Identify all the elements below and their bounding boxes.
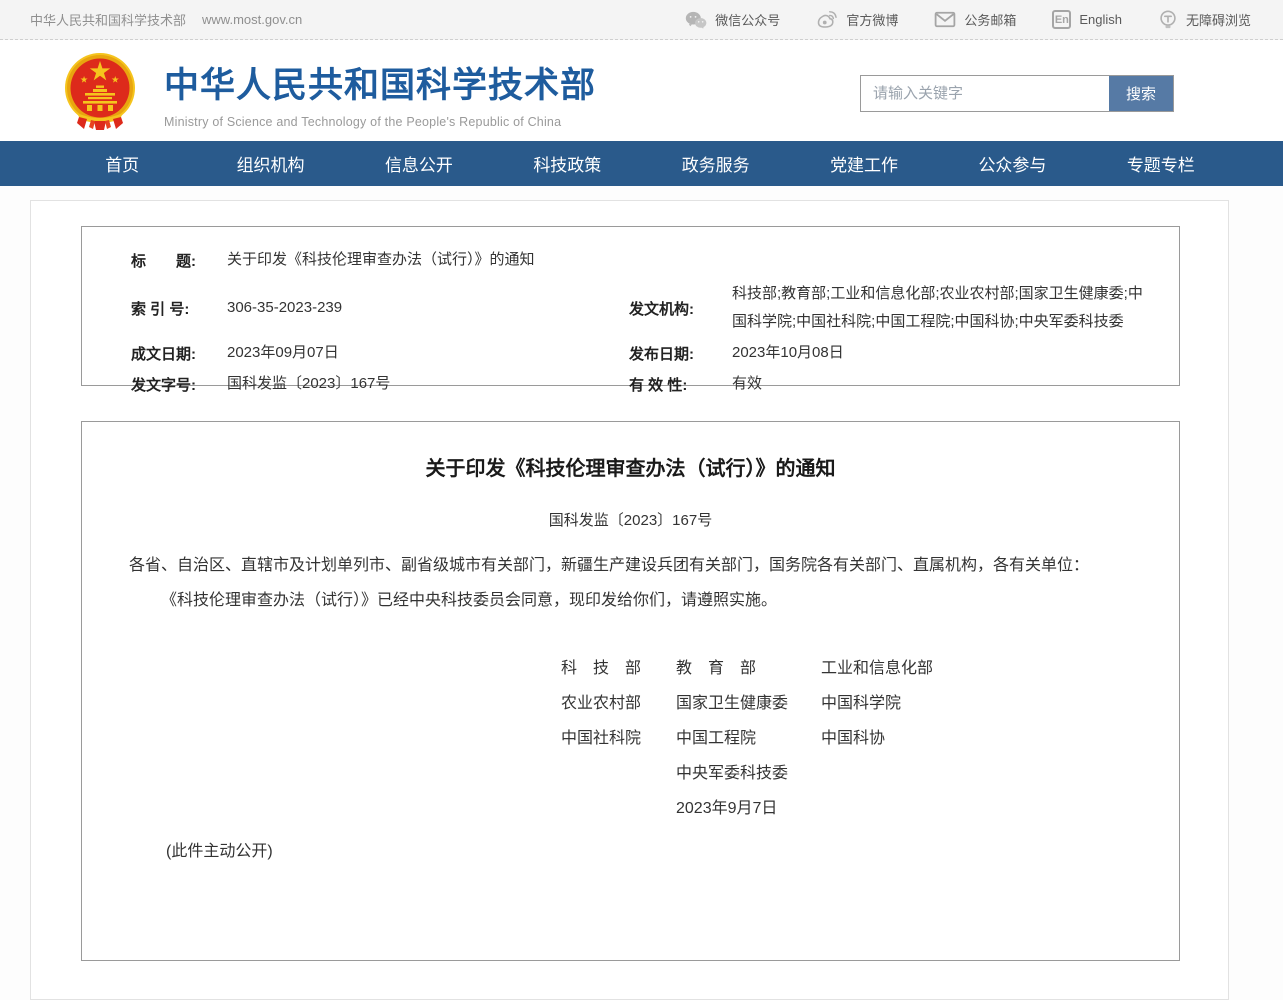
meta-index-label: 索 引 号: [131, 298, 227, 319]
document-footnote: (此件主动公开) [166, 837, 1179, 861]
search-input[interactable] [861, 76, 1109, 111]
meta-written-date-value: 2023年09月07日 [227, 339, 629, 368]
meta-publish-date-label: 发布日期: [629, 343, 732, 364]
nav-item-organization[interactable]: 组织机构 [196, 141, 344, 186]
meta-issuer-label: 发文机构: [629, 298, 732, 319]
nav-item-party-building[interactable]: 党建工作 [790, 141, 938, 186]
document-number: 国科发监〔2023〕167号 [82, 509, 1179, 530]
meta-doc-number-label: 发文字号: [131, 374, 227, 395]
signature-block: 科 技 部 教 育 部 工业和信息化部 农业农村部 国家卫生健康委 中国科学院 … [561, 654, 1179, 829]
english-icon: En [1052, 10, 1071, 29]
signature-cell: 国家卫生健康委 [676, 689, 821, 724]
top-utility-bar: 中华人民共和国科学技术部 www.most.gov.cn 微信公众号 [0, 0, 1283, 40]
site-title: 中华人民共和国科学技术部 [164, 57, 596, 108]
weibo-icon [816, 10, 838, 29]
masthead: 中华人民共和国科学技术部 Ministry of Science and Tec… [0, 40, 1283, 141]
nav-item-sci-tech-policy[interactable]: 科技政策 [493, 141, 641, 186]
nav-item-info-disclosure[interactable]: 信息公开 [345, 141, 493, 186]
content-container: 标 题: 关于印发《科技伦理审查办法（试行）》的通知 索 引 号: 306-35… [30, 200, 1229, 1000]
site-identity: 中华人民共和国科学技术部 www.most.gov.cn [30, 10, 302, 29]
nav-item-special-topics[interactable]: 专题专栏 [1087, 141, 1235, 186]
meta-publish-date-value: 2023年10月08日 [732, 339, 1159, 368]
signature-cell: 农业农村部 [561, 689, 676, 724]
meta-validity-value: 有效 [732, 370, 1159, 399]
wechat-icon [685, 11, 707, 29]
document-paragraph: 《科技伦理审查办法（试行）》已经中央科技委员会同意，现印发给你们，请遵照实施。 [129, 589, 1139, 614]
meta-validity-label: 有 效 性: [629, 374, 732, 395]
signature-cell [821, 759, 1179, 794]
signature-cell [561, 759, 676, 794]
document-body-box: 关于印发《科技伦理审查办法（试行）》的通知 国科发监〔2023〕167号 各省、… [81, 421, 1180, 961]
signature-cell: 中国科协 [821, 724, 1179, 759]
meta-title-value: 关于印发《科技伦理审查办法（试行）》的通知 [227, 246, 1159, 275]
wechat-link[interactable]: 微信公众号 [685, 10, 780, 29]
site-url-text: www.most.gov.cn [202, 12, 302, 27]
nav-item-public-participation[interactable]: 公众参与 [938, 141, 1086, 186]
signature-cell [561, 794, 676, 829]
weibo-link-label: 官方微博 [846, 10, 898, 29]
signature-cell: 中国工程院 [676, 724, 821, 759]
meta-title-label: 标 题: [131, 250, 227, 271]
meta-issuer-value: 科技部;教育部;工业和信息化部;农业农村部;国家卫生健康委;中国科学院;中国社科… [732, 280, 1159, 337]
nav-item-gov-services[interactable]: 政务服务 [642, 141, 790, 186]
site-title-block: 中华人民共和国科学技术部 Ministry of Science and Tec… [164, 57, 596, 129]
signature-date: 2023年9月7日 [676, 794, 821, 829]
site-search: 搜索 [860, 75, 1174, 112]
national-emblem-logo [63, 51, 137, 136]
document-paragraph: 各省、自治区、直辖市及计划单列市、副省级城市有关部门，新疆生产建设兵团有关部门，… [129, 554, 1139, 579]
meta-written-date-label: 成文日期: [131, 343, 227, 364]
site-name-text: 中华人民共和国科学技术部 [30, 10, 186, 29]
signature-cell: 中国科学院 [821, 689, 1179, 724]
nav-item-home[interactable]: 首页 [48, 141, 196, 186]
document-metadata-box: 标 题: 关于印发《科技伦理审查办法（试行）》的通知 索 引 号: 306-35… [81, 226, 1180, 386]
accessibility-link-label: 无障碍浏览 [1186, 10, 1251, 29]
primary-nav: 首页 组织机构 信息公开 科技政策 政务服务 党建工作 公众参与 专题专栏 [0, 141, 1283, 186]
signature-cell [821, 794, 1179, 829]
meta-doc-number-value: 国科发监〔2023〕167号 [227, 370, 629, 399]
english-link[interactable]: En English [1052, 10, 1122, 29]
accessibility-icon [1158, 10, 1178, 30]
wechat-link-label: 微信公众号 [715, 10, 780, 29]
mail-icon [934, 11, 956, 28]
signature-cell: 工业和信息化部 [821, 654, 1179, 689]
topbar-links: 微信公众号 官方微博 公务邮箱 En [685, 10, 1251, 30]
meta-index-value: 306-35-2023-239 [227, 294, 629, 323]
accessibility-link[interactable]: 无障碍浏览 [1158, 10, 1251, 30]
signature-cell: 中央军委科技委 [676, 759, 821, 794]
signature-cell: 科 技 部 [561, 654, 676, 689]
mail-link-label: 公务邮箱 [964, 10, 1016, 29]
signature-cell: 教 育 部 [676, 654, 821, 689]
site-subtitle: Ministry of Science and Technology of th… [164, 115, 596, 129]
search-button[interactable]: 搜索 [1109, 76, 1173, 111]
signature-cell: 中国社科院 [561, 724, 676, 759]
english-link-label: English [1079, 12, 1122, 27]
document-title: 关于印发《科技伦理审查办法（试行）》的通知 [82, 452, 1179, 481]
mail-link[interactable]: 公务邮箱 [934, 10, 1016, 29]
weibo-link[interactable]: 官方微博 [816, 10, 898, 29]
